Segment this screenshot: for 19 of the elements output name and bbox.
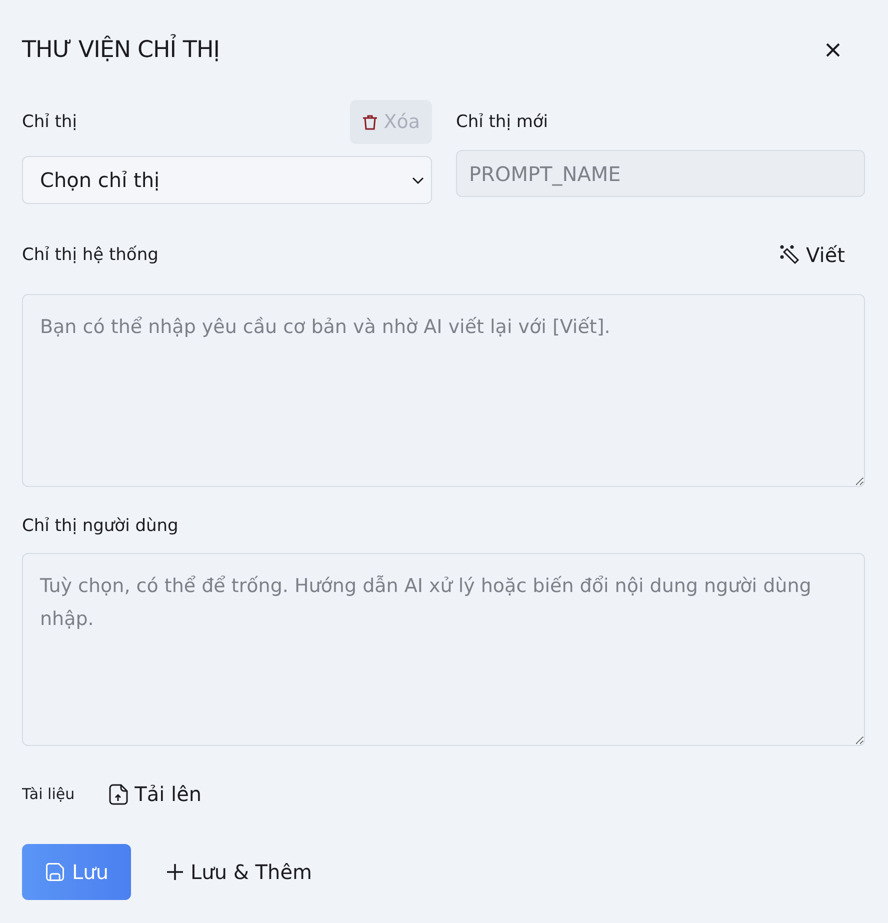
close-icon: [826, 43, 840, 57]
field-label: Chỉ thị hệ thống: [22, 245, 158, 265]
user-prompt-field[interactable]: Tuỳ chọn, có thể để trống. Hướng dẫn AI xử lý hoặc biến đổi nội dung người dùng nhập.: [22, 553, 865, 746]
field-label: Tài liệu: [22, 785, 75, 803]
save-and-add-button[interactable]: Lưu & Thêm: [164, 860, 312, 884]
prompt-name-field[interactable]: PROMPT_NAME: [456, 150, 865, 197]
magic-wand-icon: [780, 245, 800, 265]
chevron-down-icon: [411, 176, 425, 184]
trash-icon: [362, 114, 378, 130]
prompt-dropdown[interactable]: Chọn chỉ thị: [22, 156, 432, 204]
field-label: Chỉ thị: [22, 112, 77, 132]
upload-button[interactable]: Tải lên: [108, 782, 202, 806]
field-label: Chỉ thị mới: [456, 112, 548, 132]
system-prompt-field[interactable]: Bạn có thể nhập yêu cầu cơ bản và nhờ AI viết lại với [Viết].: [22, 294, 865, 487]
plus-icon: [164, 862, 184, 882]
floppy-icon: [44, 861, 66, 883]
file-upload-icon: [108, 784, 129, 804]
write-button[interactable]: Viết: [780, 243, 866, 267]
field-label: Chỉ thị người dùng: [22, 516, 178, 536]
